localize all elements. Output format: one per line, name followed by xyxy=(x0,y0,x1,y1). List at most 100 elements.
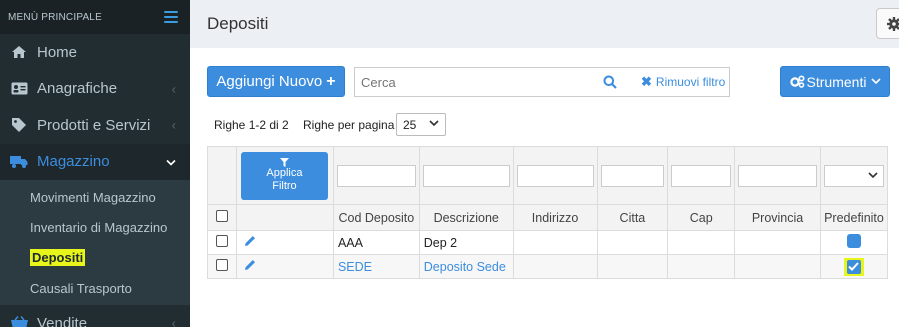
submenu-item-label: Depositi xyxy=(30,249,86,267)
filter-cell-citta xyxy=(596,146,669,205)
sidebar-item-vendite[interactable]: Vendite ‹ xyxy=(0,305,190,327)
add-new-label: Aggiungi Nuovo xyxy=(216,73,323,90)
plus-icon: + xyxy=(326,72,336,90)
home-icon xyxy=(10,44,28,60)
cell-cap xyxy=(667,230,736,255)
column-header-citta[interactable]: Citta xyxy=(596,204,669,231)
remove-filter-button[interactable]: ✖ Rimuovi filtro xyxy=(641,68,725,96)
filter-input-citta[interactable] xyxy=(600,164,665,187)
table-row: SEDE Deposito Sede xyxy=(207,254,889,279)
tools-label: Strumenti xyxy=(806,73,867,90)
submenu-item-depositi[interactable]: Depositi xyxy=(0,243,190,273)
column-header-actions xyxy=(235,204,334,231)
chevron-down-icon xyxy=(868,171,878,178)
sidebar-item-label: Anagrafiche xyxy=(37,80,118,98)
column-header-indirizzo[interactable]: Indirizzo xyxy=(512,204,598,231)
chevron-left-icon: ‹ xyxy=(171,315,176,327)
header-row: Cod Deposito Descrizione Indirizzo Citta… xyxy=(207,204,889,231)
sidebar-item-anagrafiche[interactable]: Anagrafiche ‹ xyxy=(0,71,190,108)
search-icon[interactable] xyxy=(603,75,617,92)
rows-per-page-value: 25 xyxy=(403,117,417,132)
pencil-icon[interactable] xyxy=(243,258,257,272)
cell-indirizzo xyxy=(512,230,598,255)
search-input[interactable] xyxy=(355,69,595,95)
gears-icon xyxy=(789,75,805,88)
cell-citta xyxy=(596,254,669,279)
cell-descrizione[interactable]: Deposito Sede xyxy=(418,254,514,279)
sidebar-item-label: Home xyxy=(37,43,78,61)
filter-cell-provincia xyxy=(734,146,821,205)
filter-input-provincia[interactable] xyxy=(738,164,817,187)
rows-per-page-label: Righe per pagina xyxy=(303,118,395,132)
filter-input-descrizione[interactable] xyxy=(422,164,510,187)
row-actions-cell xyxy=(235,254,334,279)
apply-filter-label-1: Applica xyxy=(266,167,303,179)
row-select-cell xyxy=(207,254,237,279)
submenu-item-label: Inventario di Magazzino xyxy=(30,219,168,235)
pencil-icon[interactable] xyxy=(243,234,257,248)
cell-provincia xyxy=(734,254,821,279)
row-checkbox[interactable] xyxy=(215,235,228,247)
sidebar-item-prodotti[interactable]: Prodotti e Servizi ‹ xyxy=(0,107,190,144)
filter-cell-descrizione xyxy=(418,146,514,205)
predefinito-checkbox[interactable] xyxy=(846,234,861,248)
chevron-left-icon: ‹ xyxy=(171,81,176,97)
row-checkbox[interactable] xyxy=(215,259,228,271)
filter-input-indirizzo[interactable] xyxy=(516,164,594,187)
cell-citta xyxy=(596,230,669,255)
filter-cell-predefinito xyxy=(819,146,889,205)
row-select-cell xyxy=(207,230,237,255)
select-all-checkbox[interactable] xyxy=(215,210,228,222)
cell-cod-deposito[interactable]: SEDE xyxy=(332,254,420,279)
page-header: Depositi xyxy=(190,0,899,48)
tools-dropdown-button[interactable]: Strumenti xyxy=(780,66,890,97)
filter-cell-indirizzo xyxy=(512,146,598,205)
gear-icon xyxy=(887,16,899,31)
filter-input-cap[interactable] xyxy=(671,164,732,187)
sidebar-item-home[interactable]: Home xyxy=(0,34,190,71)
cell-cap xyxy=(667,254,736,279)
filter-cell-cod xyxy=(332,146,420,205)
settings-button[interactable] xyxy=(876,8,899,39)
row-actions-cell xyxy=(235,230,334,255)
menu-toggle-icon[interactable] xyxy=(164,11,178,23)
address-card-icon xyxy=(10,81,28,97)
table-row: AAA Dep 2 xyxy=(207,230,889,255)
rows-per-page-select[interactable]: 25 xyxy=(396,113,446,136)
column-header-cod-deposito[interactable]: Cod Deposito xyxy=(332,204,420,231)
cell-predefinito xyxy=(819,230,889,255)
check-icon xyxy=(848,262,860,271)
main-content: Depositi Aggiungi Nuovo + ✖ Rimuovi filt… xyxy=(190,0,899,327)
sidebar-item-label: Magazzino xyxy=(37,153,110,171)
submenu-item-label: Movimenti Magazzino xyxy=(30,189,156,205)
filter-select-predefinito[interactable] xyxy=(823,164,884,187)
sidebar: MENÙ PRINCIPALE Home Anagrafiche ‹ Prodo… xyxy=(0,0,190,327)
sidebar-item-label: Prodotti e Servizi xyxy=(37,116,151,134)
submenu-item-inventario[interactable]: Inventario di Magazzino xyxy=(0,212,190,242)
filter-input-cod-deposito[interactable] xyxy=(336,164,416,187)
chevron-down-icon xyxy=(166,154,176,169)
apply-filter-button[interactable]: Applica Filtro xyxy=(240,151,328,200)
depositi-table: Applica Filtro Cod Deposito Descrizione … xyxy=(207,146,889,279)
select-all-cell xyxy=(207,204,237,231)
filter-icon xyxy=(279,158,289,167)
basket-icon xyxy=(10,315,28,327)
submenu-item-causali[interactable]: Causali Trasporto xyxy=(0,273,190,303)
chevron-down-icon xyxy=(429,120,439,127)
predefinito-checkbox-checked[interactable] xyxy=(846,259,861,274)
add-new-button[interactable]: Aggiungi Nuovo + xyxy=(207,66,345,97)
page-title: Depositi xyxy=(207,14,269,33)
filter-cell-apply: Applica Filtro xyxy=(235,146,334,205)
sidebar-item-label: Vendite xyxy=(37,314,88,327)
close-icon: ✖ xyxy=(641,74,652,89)
submenu-item-movimenti[interactable]: Movimenti Magazzino xyxy=(0,182,190,212)
cell-cod-deposito: AAA xyxy=(332,230,420,255)
filter-cell-empty xyxy=(207,146,237,205)
column-header-predefinito[interactable]: Predefinito xyxy=(819,204,889,231)
column-header-cap[interactable]: Cap xyxy=(667,204,736,231)
sidebar-item-magazzino[interactable]: Magazzino xyxy=(0,143,190,180)
column-header-provincia[interactable]: Provincia xyxy=(734,204,821,231)
predefinito-highlight xyxy=(843,257,864,276)
column-header-descrizione[interactable]: Descrizione xyxy=(418,204,514,231)
filter-cell-cap xyxy=(667,146,736,205)
